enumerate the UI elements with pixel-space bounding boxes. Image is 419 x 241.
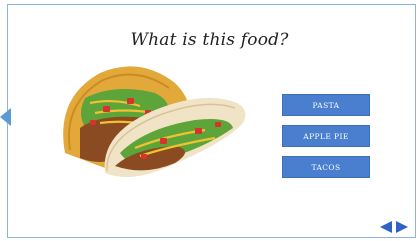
- question-title: What is this food?: [130, 30, 289, 50]
- answer-button-tacos[interactable]: TACOS: [282, 156, 370, 178]
- side-tab-arrow-icon: [0, 108, 11, 126]
- answer-button-pasta[interactable]: PASTA: [282, 94, 370, 116]
- tacos-image: [63, 66, 246, 177]
- previous-slide-icon[interactable]: [380, 221, 392, 233]
- quiz-slide: What is this food? PASTA APPLE PIE TACOS: [0, 0, 419, 241]
- next-slide-icon[interactable]: [396, 221, 408, 233]
- answer-button-apple-pie[interactable]: APPLE PIE: [282, 125, 370, 147]
